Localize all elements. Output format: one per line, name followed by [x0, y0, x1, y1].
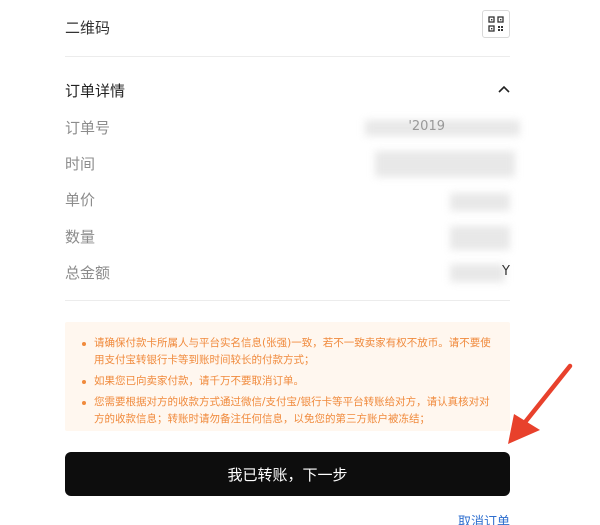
cancel-order-link[interactable]: 取消订单	[458, 511, 510, 525]
redacted-blur	[450, 264, 505, 282]
qrcode-icon	[488, 16, 504, 32]
time-row: 时间	[65, 151, 515, 177]
total-amount-label: 总金额	[65, 264, 111, 282]
unit-price-label: 单价	[65, 191, 96, 209]
total-amount-value: Y	[502, 264, 510, 279]
bullet-dot-icon	[82, 342, 86, 346]
divider-bottom	[65, 300, 510, 301]
unit-price-row: 单价	[65, 189, 510, 211]
qrcode-row: 二维码	[65, 10, 510, 44]
order-details-title: 订单详情	[65, 82, 126, 100]
transferred-next-button[interactable]: 我已转账，下一步	[65, 452, 510, 496]
notice-item: 您需要根据对方的收款方式通过微信/支付宝/银行卡等平台转账给对方，请认真核对对方…	[82, 394, 500, 428]
order-number-row: 订单号 '2019	[65, 117, 520, 139]
redacted-blur	[450, 193, 510, 211]
qrcode-label: 二维码	[65, 19, 111, 37]
order-number-label: 订单号	[65, 119, 111, 137]
notice-item: 请确保付款卡所属人与平台实名信息(张强)一致，若不一致卖家有权不放币。请不要使用…	[82, 335, 500, 369]
redacted-blur	[375, 151, 515, 177]
bullet-dot-icon	[82, 401, 86, 405]
notice-item: 如果您已向卖家付款，请千万不要取消订单。	[82, 373, 500, 390]
chevron-up-icon[interactable]	[496, 82, 512, 98]
quantity-label: 数量	[65, 228, 96, 246]
divider-top	[65, 56, 510, 57]
qrcode-button[interactable]	[482, 10, 510, 38]
order-number-value: '2019	[408, 119, 445, 134]
bullet-dot-icon	[82, 380, 86, 384]
total-amount-row: 总金额 Y	[65, 262, 510, 284]
quantity-row: 数量	[65, 226, 510, 250]
redacted-blur	[450, 226, 510, 250]
time-label: 时间	[65, 155, 96, 173]
payment-notice: 请确保付款卡所属人与平台实名信息(张强)一致，若不一致卖家有权不放币。请不要使用…	[65, 322, 510, 431]
red-arrow-annotation	[508, 363, 573, 444]
